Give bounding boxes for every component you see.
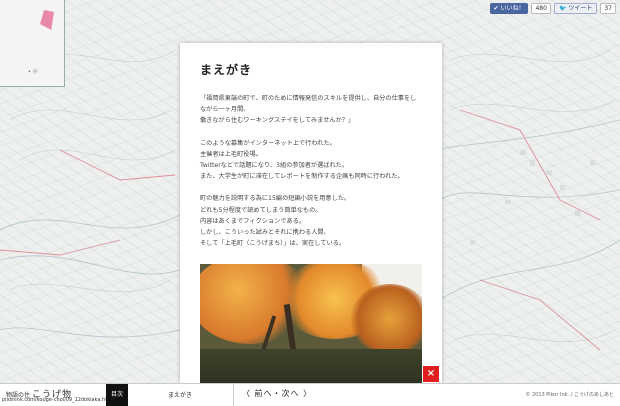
highlighted-region [40, 10, 54, 30]
paragraph-3: 町の魅力を説明する為に15編の短編小説を用意した。 どれも5分程度で読めてしまう… [200, 193, 428, 249]
copyright: © 2013 Pikor Ink. / こうげのあしあと [525, 392, 614, 398]
like-count: 480 [531, 3, 551, 14]
text-line: 働きながら住むワーキングステイをしてみませんか？」 [200, 117, 355, 125]
current-section-label: まえがき [168, 392, 193, 399]
like-label: いいね！ [500, 5, 525, 12]
tweet-label: ツイート [568, 5, 593, 12]
inset-map-label: • 小 [28, 69, 38, 75]
text-line: Twitterなどで話題になり、3組の参加者が選ばれた。 [200, 162, 349, 170]
text-line: 「福岡県東端の町で、町のために情報発信のスキルを提供し、自分の仕事をし [200, 95, 417, 102]
foreword-card: まえがき 「福岡県東端の町で、町のために情報発信のスキルを提供し、自分の仕事をし… [180, 43, 442, 383]
toc-button[interactable]: 目次 [106, 384, 128, 406]
close-button[interactable]: × [423, 366, 439, 382]
text-line: しかし、こういった試みとそれに携わる人間、 [200, 229, 330, 237]
facebook-like-button[interactable]: ✔ いいね！ [489, 3, 529, 14]
tweet-count: 37 [600, 3, 616, 14]
text-line: 町の魅力を説明する為に15編の短編小説を用意した。 [200, 195, 351, 203]
divider [233, 384, 234, 406]
text-line: ながら一ヶ月間、 [200, 106, 250, 114]
page-title: まえがき [200, 63, 253, 77]
prev-next-nav[interactable]: 〈 前へ・次へ 〉 [242, 388, 312, 399]
tweet-button[interactable]: 🐦 ツイート [553, 3, 598, 14]
footer-bar: 物語の住 こうげ物 pixsnink.com/kouge-chol/09_12d… [0, 383, 620, 406]
text-line: このような募集がインターネット上で行われた。 [200, 139, 336, 147]
autumn-maple-photo [200, 264, 422, 383]
social-buttons: ✔ いいね！ 480 🐦 ツイート 37 [489, 3, 616, 14]
text-line: 内容はあくまでフィクションである。 [200, 217, 306, 225]
status-url: pixsnink.com/kouge-chol/09_12dokiaka.htm… [2, 397, 114, 403]
inset-locator-map: • 小 [0, 0, 65, 87]
text-line: どれも5分程度で読めてしまう簡単なもの。 [200, 206, 322, 214]
text-line: そして「上毛町（こうげまち）」は、実在している。 [200, 240, 346, 248]
text-line: 主催者は上毛町役場。 [200, 150, 262, 158]
foreword-text: 「福岡県東端の町で、町のために情報発信のスキルを提供し、自分の仕事をし ながら一… [200, 93, 428, 260]
paragraph-2: このような募集がインターネット上で行われた。 主催者は上毛町役場。 Twitte… [200, 138, 428, 183]
text-line: また、大学生が町に滞在してレポートを制作する企画も同時に行われた。 [200, 173, 404, 181]
paragraph-1: 「福岡県東端の町で、町のために情報発信のスキルを提供し、自分の仕事をし ながら一… [200, 93, 428, 127]
twitter-bird-icon: 🐦 [558, 5, 567, 12]
